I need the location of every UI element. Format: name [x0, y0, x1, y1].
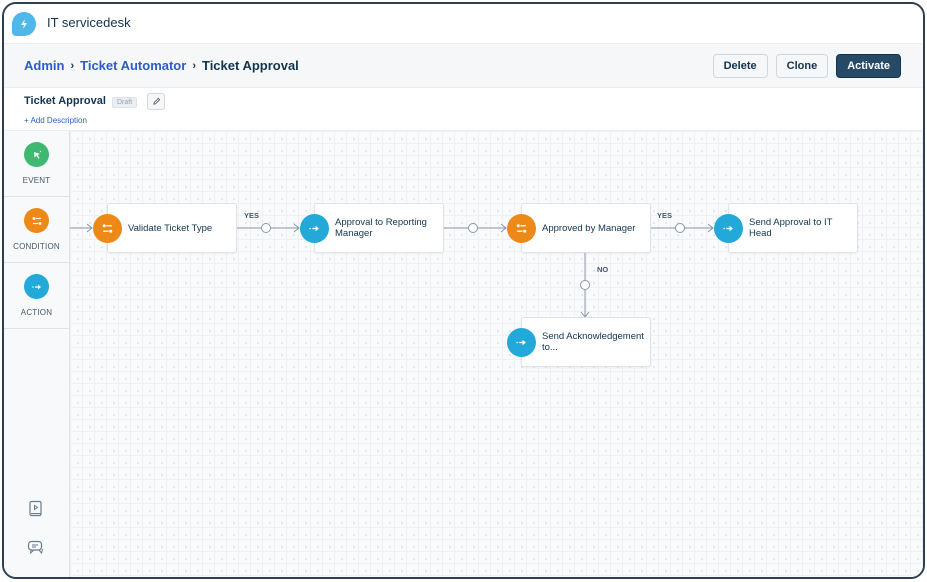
edge-n3-n4	[651, 223, 714, 233]
pencil-icon	[152, 97, 160, 105]
flow-node-action[interactable]: Send Acknowledgement to...	[507, 317, 651, 367]
flow-node-condition[interactable]: Validate Ticket Type	[93, 203, 237, 253]
app-title: IT servicedesk	[47, 15, 131, 30]
palette-item-action[interactable]: ACTION	[4, 263, 69, 329]
node-label: Validate Ticket Type	[128, 222, 213, 234]
chat-support-icon[interactable]	[26, 538, 46, 558]
edit-name-button[interactable]	[147, 93, 165, 110]
component-palette: EVENT CONDITION ACTION	[4, 131, 70, 577]
breadcrumb: Admin › Ticket Automator › Ticket Approv…	[24, 58, 299, 73]
node-label: Approval to Reporting Manager	[335, 217, 427, 239]
page-header: Admin › Ticket Automator › Ticket Approv…	[4, 44, 923, 88]
edge-label-yes: YES	[657, 211, 673, 220]
node-label: Approved by Manager	[542, 222, 636, 234]
edge-label-yes: YES	[244, 211, 260, 220]
edge-entry	[70, 223, 93, 233]
activate-button[interactable]: Activate	[836, 54, 901, 78]
flow-node-action[interactable]: Send Approval to IT Head	[714, 203, 858, 253]
flow-node-condition[interactable]: Approved by Manager	[507, 203, 651, 253]
flow-connectors	[70, 223, 714, 318]
sliders-icon	[507, 214, 536, 243]
palette-item-event[interactable]: EVENT	[4, 131, 69, 197]
arrow-right-icon	[24, 274, 49, 299]
breadcrumb-admin[interactable]: Admin	[24, 58, 64, 73]
clone-button[interactable]: Clone	[775, 54, 829, 78]
edge-n1-n2	[237, 223, 300, 233]
workflow-info: Ticket Approval Draft + Add Description	[4, 88, 923, 131]
app-window: IT servicedesk Admin › Ticket Automator …	[2, 2, 925, 579]
chevron-right-icon: ›	[192, 59, 196, 72]
status-badge: Draft	[112, 97, 138, 108]
sliders-icon	[24, 208, 49, 233]
sliders-icon	[93, 214, 122, 243]
breadcrumb-current: Ticket Approval	[201, 58, 299, 73]
arrow-right-icon	[300, 214, 329, 243]
chevron-right-icon: ›	[70, 59, 75, 72]
workflow-canvas[interactable]: YES YES NO Validate Ticket Type Approval…	[70, 131, 923, 577]
breadcrumb-ticket-automator[interactable]: Ticket Automator	[80, 58, 186, 73]
cursor-click-icon	[24, 142, 49, 167]
palette-item-label: EVENT	[22, 176, 51, 185]
edge-n2-n3	[444, 223, 507, 233]
palette-item-label: CONDITION	[13, 242, 60, 251]
add-description-link[interactable]: + Add Description	[24, 116, 87, 125]
top-bar: IT servicedesk	[4, 4, 923, 44]
arrow-right-icon	[714, 214, 743, 243]
lightning-bolt-icon[interactable]	[12, 12, 36, 36]
edge-label-no: NO	[597, 265, 609, 274]
arrow-right-icon	[507, 328, 536, 357]
video-guide-icon[interactable]	[26, 499, 46, 519]
palette-item-condition[interactable]: CONDITION	[4, 197, 69, 263]
palette-item-label: ACTION	[20, 308, 53, 317]
workflow-name: Ticket Approval	[24, 95, 106, 107]
node-label: Send Approval to IT Head	[749, 217, 833, 239]
edge-n3-n5	[580, 253, 590, 318]
header-actions: Delete Clone Activate	[712, 54, 901, 78]
flow-node-action[interactable]: Approval to Reporting Manager	[300, 203, 444, 253]
delete-button[interactable]: Delete	[712, 54, 768, 78]
node-label: Send Acknowledgement to...	[542, 331, 644, 353]
